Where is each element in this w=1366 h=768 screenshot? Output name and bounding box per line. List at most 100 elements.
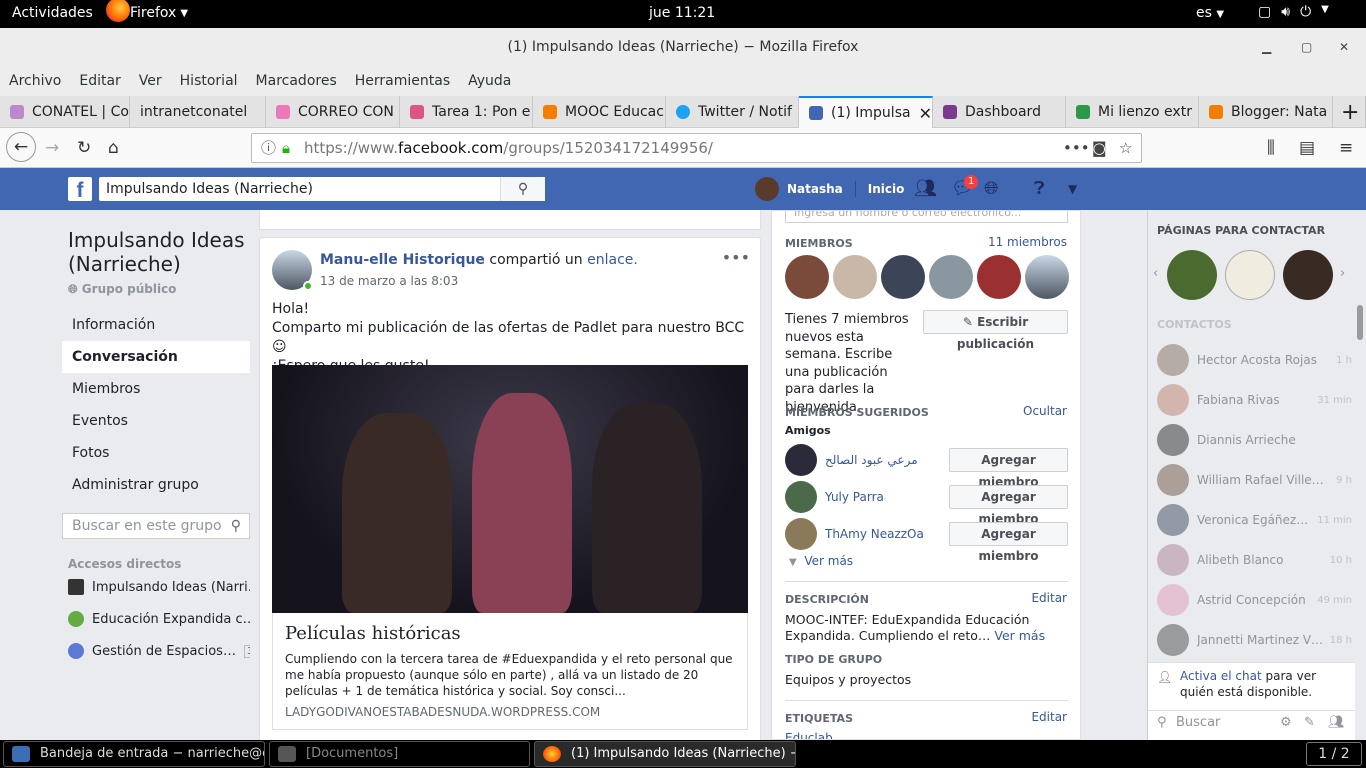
maximize-button[interactable]: ▢ [1301,28,1312,66]
group-search-input[interactable]: Buscar en este grupo ⚲ [62,513,250,539]
help-icon[interactable]: ❓︎ [1034,178,1045,199]
member-avatar[interactable] [1025,255,1069,299]
tab-twitter[interactable]: Twitter / Notif [666,96,799,128]
contact-item[interactable]: Fabiana Rivas 31 min [1157,380,1352,420]
add-member-button[interactable]: Agregar miembro [949,522,1068,563]
link-preview-box[interactable]: Películas históricas Cumpliendo con la t… [272,613,748,730]
chat-search-input[interactable]: ⚲ Buscar ⚙ ✎ 👥︎ [1148,710,1355,740]
taskbar-thunderbird[interactable]: Bandeja de entrada − narrieche@c… [3,741,265,767]
contact-item[interactable]: Veronica Egáñez… 11 min [1157,500,1352,540]
nav-administrar[interactable]: Administrar grupo [62,469,250,501]
contact-item[interactable]: Diannis Arrieche [1157,420,1352,460]
taskbar-documents[interactable]: [Documentos] [269,741,530,767]
facebook-logo-icon[interactable]: f [68,177,92,202]
tab-dashboard[interactable]: Dashboard [933,96,1066,128]
menu-historial[interactable]: Historial [180,73,238,89]
hide-link[interactable]: Ocultar [1023,404,1067,418]
menu-archivo[interactable]: Archivo [9,73,61,89]
post-options-icon[interactable]: ••• [722,248,750,267]
shortcut-item[interactable]: Gestión de Espacios… 3 [68,635,250,667]
globe-notifications-icon[interactable]: 🌐︎ [984,178,998,199]
edit-tags-link[interactable]: Editar [1031,710,1067,724]
compose-icon[interactable]: ✎ [1304,711,1315,735]
description-more-link[interactable]: Ver más [994,628,1045,643]
search-icon[interactable]: ⚲ [500,177,545,201]
workspace-indicator[interactable]: 1 / 2 [1306,742,1362,766]
new-tab-button[interactable]: + [1333,96,1366,128]
add-member-input[interactable]: Ingresa un nombre o correo electrónico..… [785,211,1068,223]
home-link[interactable]: Inicio [868,182,905,196]
nav-conversacion[interactable]: Conversación [62,341,250,373]
member-avatar[interactable] [881,255,925,299]
clock[interactable]: jue 11:21 [649,5,715,21]
member-name[interactable]: مرعي عبود الصالح [825,453,918,467]
nav-eventos[interactable]: Eventos [62,405,250,437]
link-title[interactable]: Películas históricas [285,623,461,644]
language-indicator[interactable]: es ▼ [1196,5,1224,21]
page-avatar[interactable] [1167,250,1217,300]
avatar[interactable] [785,518,817,550]
page-scrollbar[interactable] [1356,212,1364,740]
profile-link[interactable]: Natasha Inicio [755,177,904,201]
friend-requests-icon[interactable]: 👥︎ [914,178,937,199]
close-tab-icon[interactable]: ✕ [919,104,932,123]
link-word[interactable]: enlace. [587,252,638,268]
reload-button[interactable]: ↻ [77,138,91,158]
menu-marcadores[interactable]: Marcadores [256,73,337,89]
page-actions-icon[interactable]: ••• [1063,134,1090,162]
app-menu[interactable]: Firefox ▼ [112,5,188,21]
member-name[interactable]: ThAmy NeazzOa [825,527,924,541]
member-avatar[interactable] [929,255,973,299]
enable-chat-link[interactable]: Activa el chat [1180,669,1262,683]
pocket-icon[interactable]: ◙ [1092,134,1107,162]
hamburger-menu-icon[interactable]: ≡ [1339,138,1353,158]
contact-item[interactable]: Alibeth Blanco 10 h [1157,540,1352,580]
tab-facebook-active[interactable]: (1) Impulsa ✕ [799,96,933,128]
account-menu-icon[interactable]: ▼ [1068,182,1077,196]
avatar[interactable] [785,444,817,476]
menu-editar[interactable]: Editar [79,73,120,89]
taskbar-firefox[interactable]: (1) Impulsando Ideas (Narrieche) −… [534,741,796,767]
system-tray[interactable]: ▢ 🔊︎ ⏻ ▼ [1258,4,1329,20]
nav-fotos[interactable]: Fotos [62,437,250,469]
avatar[interactable] [785,481,817,513]
menu-ver[interactable]: Ver [139,73,162,89]
see-more-link[interactable]: ▼ Ver más [789,554,853,568]
tab-mooc[interactable]: MOOC Educac [533,96,666,128]
post-date[interactable]: 13 de marzo a las 8:03 [320,274,458,288]
tag-link[interactable]: Educlab [785,731,833,739]
menu-ayuda[interactable]: Ayuda [468,73,511,89]
contact-item[interactable]: William Rafael Ville… 9 h [1157,460,1352,500]
tab-correo[interactable]: CORREO CON [266,96,400,128]
scrollbar-thumb[interactable] [1357,305,1363,340]
prev-arrow-icon[interactable]: ‹ [1153,266,1158,281]
member-avatar[interactable] [833,255,877,299]
next-arrow-icon[interactable]: › [1340,266,1345,281]
shortcut-item[interactable]: Impulsando Ideas (Narri… [68,571,250,603]
page-avatar[interactable] [1225,250,1275,300]
tab-intranet[interactable]: intranetconatel [130,96,266,128]
url-bar[interactable]: ⓘ 🔒︎ https://www.facebook.com/groups/152… [251,133,1142,163]
back-button[interactable]: ← [6,132,36,162]
sidebar-toggle-icon[interactable]: ▤ [1299,138,1315,158]
menu-herramientas[interactable]: Herramientas [355,73,450,89]
edit-description-link[interactable]: Editar [1031,591,1067,605]
settings-icon[interactable]: ⚙ [1280,711,1292,735]
forward-button[interactable]: → [45,138,59,158]
nav-informacion[interactable]: Información [62,309,250,341]
bookmark-star-icon[interactable]: ☆ [1119,134,1132,162]
member-avatar[interactable] [785,255,829,299]
new-group-icon[interactable]: 👥︎ [1328,711,1345,735]
library-icon[interactable]: ⫼ [1267,138,1275,158]
link-preview-image[interactable] [272,365,748,613]
close-window-button[interactable]: ✕ [1339,28,1349,66]
add-member-button[interactable]: Agregar miembro [949,485,1068,526]
author-avatar[interactable] [272,250,313,291]
add-member-button[interactable]: Agregar miembro [949,448,1068,489]
group-title[interactable]: Impulsando Ideas (Narrieche) [68,228,250,276]
info-icon[interactable]: ⓘ [261,134,276,162]
home-button[interactable]: ⌂ [108,138,119,158]
write-post-button[interactable]: ✎ Escribir publicación [923,310,1068,351]
tab-conatel[interactable]: CONATEL | Co [0,96,130,128]
tab-blogger[interactable]: Blogger: Nata [1199,96,1333,128]
